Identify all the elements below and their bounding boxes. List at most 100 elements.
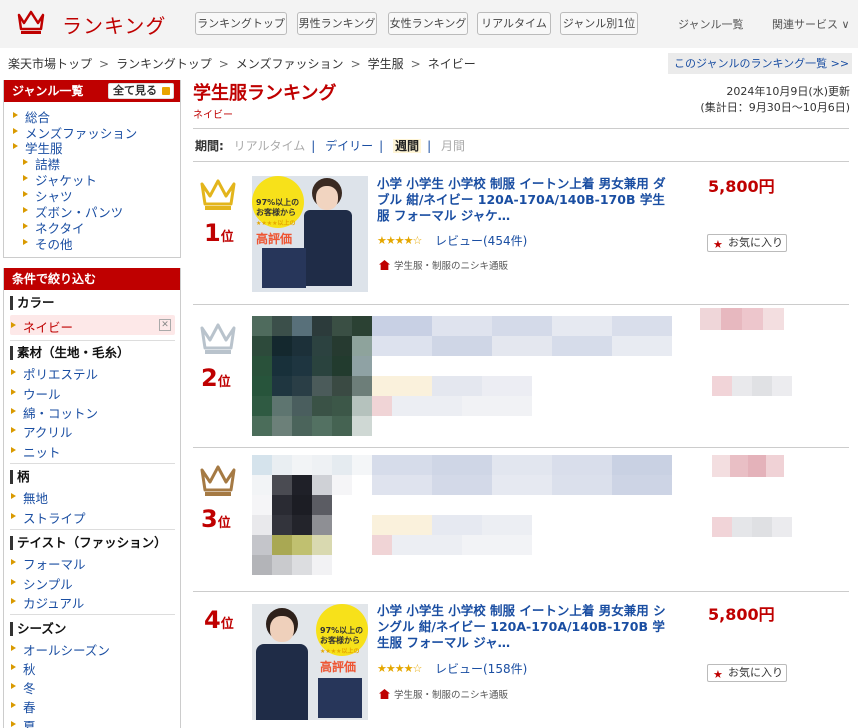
rank-value: 4 <box>204 606 221 634</box>
breadcrumb-separator: > <box>410 57 421 71</box>
blurred-price <box>712 455 784 477</box>
breadcrumb-item[interactable]: メンズファッション <box>236 57 344 71</box>
rank-number: 3位 <box>201 505 231 533</box>
model-jacket <box>256 644 308 720</box>
badge-text: 97%以上の お客様から ★★★★以上の <box>320 626 364 655</box>
tab-male-ranking[interactable]: 男性ランキング <box>297 12 377 35</box>
model-jacket <box>304 210 352 286</box>
filter-item[interactable]: ニット <box>11 442 61 461</box>
breadcrumb-separator: > <box>218 57 229 71</box>
page-subtitle: ネイビー <box>193 110 233 121</box>
divider <box>193 128 849 129</box>
product-price: 5,800円 <box>708 605 775 624</box>
filter-item[interactable]: フォーマル <box>11 554 86 573</box>
tab-genre-first[interactable]: ジャンル別1位 <box>560 12 638 35</box>
review-link[interactable]: レビュー(158件) <box>435 660 527 677</box>
crown-logo-icon[interactable] <box>16 9 46 35</box>
genre-box-header: ジャンル一覧 全て見る <box>4 80 180 102</box>
filter-group-material: 素材（生地・毛糸） <box>10 346 130 360</box>
genre-box-title: ジャンル一覧 <box>12 84 84 98</box>
filter-item[interactable]: アクリル <box>10 422 72 441</box>
filter-group-taste: テイスト（ファッション） <box>10 536 167 550</box>
filter-item[interactable]: 冬 <box>11 678 36 697</box>
period-weekly[interactable]: 週間 <box>393 139 422 153</box>
shop-link[interactable]: 学生服・制服のニシキ通販 <box>379 258 508 272</box>
rank-suffix: 位 <box>220 617 234 632</box>
filter-item[interactable]: 春 <box>11 697 36 716</box>
close-icon[interactable]: ✕ <box>159 319 171 331</box>
tab-realtime[interactable]: リアルタイム <box>477 12 551 35</box>
blurred-title <box>372 316 672 356</box>
filter-item[interactable]: ストライプ <box>11 508 86 527</box>
see-all-button[interactable]: 全て見る <box>108 83 174 99</box>
logo-text[interactable]: ランキング <box>62 10 166 39</box>
product-title[interactable]: 小学 小学生 小学校 制服 イートン上着 男女兼用 シングル 紺/ネイビー 12… <box>377 603 677 651</box>
breadcrumb-item[interactable]: ネイビー <box>428 57 476 71</box>
badge-highlight: 高評価 <box>320 660 357 674</box>
badge-highlight: 高評価 <box>256 232 293 246</box>
divider <box>193 447 849 448</box>
genre-list-link[interactable]: ジャンル一覧 <box>678 16 743 32</box>
related-services-link[interactable]: 関連サービス ∨ <box>772 16 850 32</box>
period-realtime[interactable]: リアルタイム <box>234 139 306 153</box>
filter-group-pattern: 柄 <box>10 470 30 484</box>
divider <box>10 340 175 341</box>
breadcrumb-item[interactable]: 学生服 <box>368 57 404 71</box>
divider <box>193 591 849 592</box>
genre-ranking-list-button[interactable]: このジャンルのランキング一覧 >> <box>668 53 852 74</box>
period-daily[interactable]: デイリー <box>325 139 373 153</box>
filter-item[interactable]: 無地 <box>10 488 48 507</box>
breadcrumb-separator: > <box>99 57 110 71</box>
model-face <box>316 186 338 210</box>
review-link[interactable]: レビュー(454件) <box>435 232 527 249</box>
product-thumbnail-blurred[interactable] <box>252 316 372 436</box>
rank-suffix: 位 <box>220 230 234 245</box>
filter-item[interactable]: 綿・コットン <box>10 403 98 422</box>
period-separator: | <box>311 139 316 153</box>
filter-box-title: 条件で絞り込む <box>4 268 180 290</box>
filter-item[interactable]: 夏 <box>11 716 36 728</box>
see-all-label: 全て見る <box>113 84 157 97</box>
period-monthly: 月間 <box>440 139 465 153</box>
model-face <box>270 616 294 642</box>
arrow-square-icon <box>162 87 170 95</box>
filter-item[interactable]: ウール <box>11 384 61 403</box>
filter-item[interactable]: 秋 <box>11 659 36 678</box>
product-thumbnail[interactable]: 97%以上の お客様から ★★★★以上の 高評価 <box>252 604 368 720</box>
favorite-button[interactable]: ★ お気に入り <box>707 234 787 252</box>
favorite-button[interactable]: ★ お気に入り <box>707 664 787 682</box>
star-icon: ★ <box>713 238 723 251</box>
divider <box>10 463 175 464</box>
period-separator: | <box>427 139 432 153</box>
filter-item[interactable]: オールシーズン <box>11 640 110 659</box>
tab-ranking-top[interactable]: ランキングトップ <box>195 12 287 35</box>
rank-suffix: 位 <box>217 516 231 531</box>
header: ランキング ランキングトップ 男性ランキング 女性ランキング リアルタイム ジャ… <box>0 0 858 48</box>
blurred-price <box>700 308 784 330</box>
breadcrumb-item[interactable]: ランキングトップ <box>116 57 212 71</box>
product-title[interactable]: 小学 小学生 小学校 制服 イートン上着 男女兼用 ダブル 紺/ネイビー 120… <box>377 176 677 224</box>
blurred-review <box>372 515 532 555</box>
filter-item-navy[interactable]: ネイビー <box>10 317 73 336</box>
filter-item[interactable]: シンプル <box>11 574 73 593</box>
rating-stars: ★★★★☆ <box>377 234 422 247</box>
product-price: 5,800円 <box>708 177 775 196</box>
filter-item[interactable]: ポリエステル <box>10 364 98 383</box>
product-thumbnail[interactable]: 97%以上の お客様から ★★★★以上の 高評価 <box>252 176 368 292</box>
gold-crown-icon <box>200 179 236 210</box>
rank-value: 1 <box>204 219 221 247</box>
page-title: 学生服ランキング <box>193 83 337 104</box>
filter-item[interactable]: カジュアル <box>10 593 84 612</box>
blurred-review <box>372 376 532 416</box>
divider <box>10 529 175 530</box>
tab-female-ranking[interactable]: 女性ランキング <box>388 12 468 35</box>
breadcrumb-item[interactable]: 楽天市場トップ <box>8 57 92 71</box>
product-thumbnail-blurred[interactable] <box>252 455 372 575</box>
jacket-flat <box>318 678 362 718</box>
breadcrumb-separator: > <box>350 57 361 71</box>
silver-crown-icon <box>200 323 236 354</box>
shop-link[interactable]: 学生服・制服のニシキ通販 <box>379 687 508 701</box>
period-range: (集計日：9月30日～10月6日) <box>700 101 850 114</box>
subgenre-item[interactable]: その他 <box>23 234 73 253</box>
bronze-crown-icon <box>200 465 236 496</box>
